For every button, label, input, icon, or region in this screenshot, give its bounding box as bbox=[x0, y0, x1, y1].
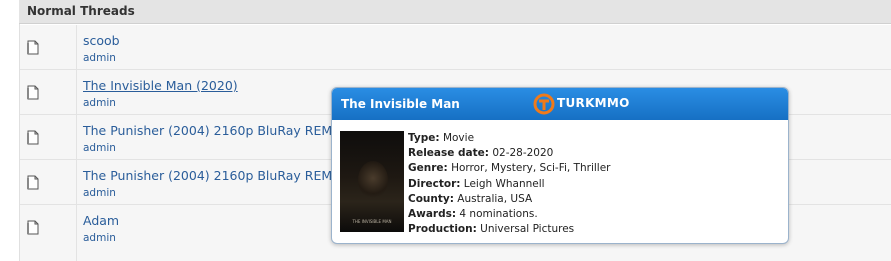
info-value: Movie bbox=[442, 132, 475, 144]
info-production: Production: Universal Pictures bbox=[408, 222, 610, 237]
info-value: Horror, Mystery, Sci-Fi, Thriller bbox=[451, 162, 611, 175]
poster-caption: THE INVISIBLE MAN bbox=[352, 219, 392, 224]
info-label: County: bbox=[408, 192, 454, 205]
table-row bbox=[20, 249, 891, 261]
movie-info: Type: Movie Release date: 02-28-2020 Gen… bbox=[408, 131, 610, 237]
column-divider bbox=[76, 205, 77, 249]
poster-figure bbox=[358, 161, 388, 199]
thread-title-link[interactable]: The Invisible Man (2020) bbox=[83, 78, 238, 93]
thread-author-link[interactable]: admin bbox=[83, 232, 116, 244]
section-header: Normal Threads bbox=[19, 0, 891, 24]
thread-title-link[interactable]: The Punisher (2004) 2160p BluRay REMUX bbox=[83, 123, 350, 138]
column-divider bbox=[76, 249, 77, 261]
document-icon bbox=[27, 175, 39, 190]
thread-title-link[interactable]: scoob bbox=[83, 33, 120, 48]
info-label: Genre: bbox=[408, 162, 448, 175]
column-divider bbox=[76, 115, 77, 159]
info-value: Universal Pictures bbox=[480, 223, 575, 236]
movie-poster: THE INVISIBLE MAN bbox=[340, 131, 404, 232]
info-value: Australia, USA bbox=[457, 192, 533, 205]
document-icon bbox=[27, 40, 39, 55]
thread-author-link[interactable]: admin bbox=[83, 187, 116, 199]
info-director: Director: Leigh Whannell bbox=[408, 177, 610, 192]
info-value: 02-28-2020 bbox=[492, 147, 554, 160]
thread-preview-popup: The Invisible Man TURKMMO THE INVISIBLE … bbox=[331, 87, 789, 244]
info-label: Type: bbox=[408, 132, 440, 144]
popup-header: The Invisible Man TURKMMO bbox=[332, 88, 788, 120]
info-value: Leigh Whannell bbox=[463, 177, 545, 190]
document-icon bbox=[27, 130, 39, 145]
brand-name: TURKMMO bbox=[557, 96, 630, 110]
document-icon bbox=[27, 85, 39, 100]
info-label: Production: bbox=[408, 223, 477, 236]
popup-title: The Invisible Man bbox=[341, 97, 460, 111]
thread-title-link[interactable]: Adam bbox=[83, 213, 119, 228]
info-county: County: Australia, USA bbox=[408, 192, 610, 207]
thread-author-link[interactable]: admin bbox=[83, 97, 116, 109]
info-value: 4 nominations. bbox=[459, 208, 538, 221]
table-row: scoob admin bbox=[20, 25, 891, 70]
info-release-date: Release date: 02-28-2020 bbox=[408, 146, 610, 161]
column-divider bbox=[76, 70, 77, 114]
column-divider bbox=[76, 25, 77, 69]
info-label: Release date: bbox=[408, 147, 489, 160]
info-label: Director: bbox=[408, 177, 461, 190]
info-awards: Awards: 4 nominations. bbox=[408, 207, 610, 222]
column-divider bbox=[76, 160, 77, 204]
document-icon bbox=[27, 220, 39, 235]
thread-author-link[interactable]: admin bbox=[83, 142, 116, 154]
thread-author-link[interactable]: admin bbox=[83, 52, 116, 64]
info-label: Awards: bbox=[408, 208, 457, 221]
turkmmo-logo-icon bbox=[533, 93, 555, 115]
thread-title-link[interactable]: The Punisher (2004) 2160p BluRay REMUX bbox=[83, 168, 350, 183]
section-title: Normal Threads bbox=[27, 4, 135, 18]
info-type: Type: Movie bbox=[408, 131, 610, 146]
info-genre: Genre: Horror, Mystery, Sci-Fi, Thriller bbox=[408, 161, 610, 176]
